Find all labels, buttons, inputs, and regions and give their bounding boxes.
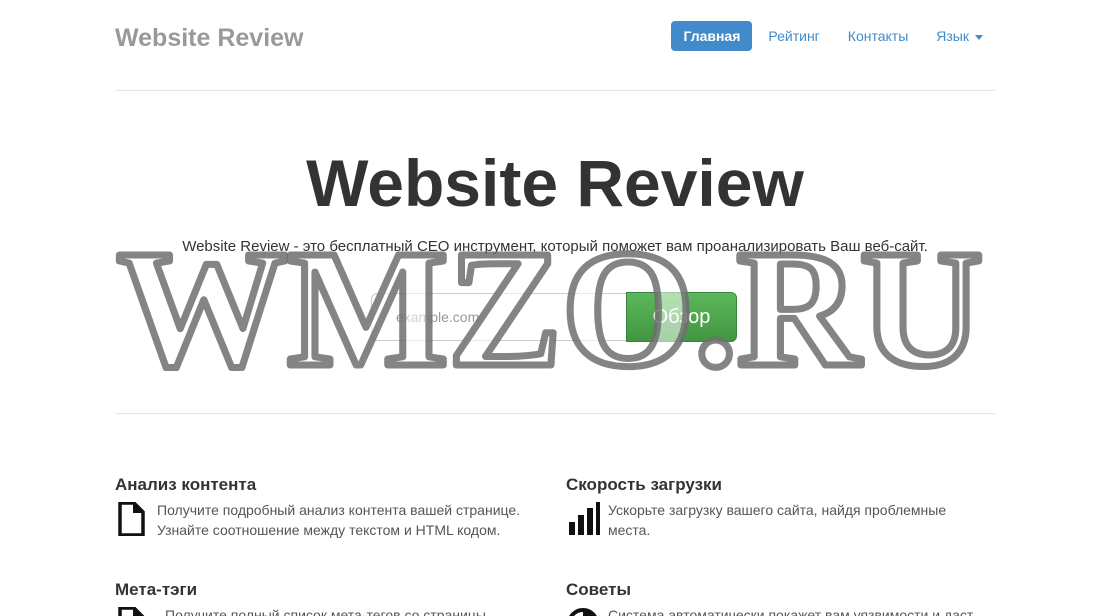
header: Website Review Главная Рейтинг Контакты …: [115, 0, 995, 91]
brand-logo[interactable]: Website Review: [115, 23, 304, 53]
feature-title: Мета-тэги: [115, 580, 198, 599]
feature-content-analysis: Анализ контента Получите подробный анали…: [115, 474, 535, 540]
page: Website Review Главная Рейтинг Контакты …: [0, 0, 1102, 616]
feature-body: Ускорьте загрузку вашего сайта, найдя пр…: [566, 500, 986, 540]
feature-body: Получите полный список мета-тегов со стр…: [115, 605, 535, 616]
feature-text: Ускорьте загрузку вашего сайта, найдя пр…: [608, 502, 947, 538]
jumbotron: Website Review Website Review - это бесп…: [115, 91, 995, 414]
bar-chart-icon: [569, 502, 600, 535]
feature-text: Получите подробный анализ контента вашей…: [157, 502, 521, 538]
domain-input[interactable]: [371, 293, 626, 341]
jumbotron-lead: Website Review - это бесплатный СЕО инст…: [182, 238, 928, 255]
feature-tips: Советы Система автоматически покажет вам…: [566, 579, 986, 616]
feature-text: Получите полный список мета-тегов со стр…: [165, 607, 486, 616]
nav-item-rating[interactable]: Рейтинг: [756, 21, 831, 51]
feature-text: Система автоматически покажет вам уязвим…: [608, 607, 974, 616]
feature-meta-tags: Мета-тэги Получите полный список мета-те…: [115, 579, 535, 616]
features: Анализ контента Получите подробный анали…: [115, 414, 995, 616]
nav-item-home[interactable]: Главная: [671, 21, 753, 51]
document-icon: [118, 607, 145, 616]
tips-icon: [569, 608, 597, 616]
nav-item-contacts[interactable]: Контакты: [836, 21, 920, 51]
jumbotron-title: Website Review: [306, 146, 804, 220]
caret-down-icon: [975, 34, 983, 40]
feature-title: Анализ контента: [115, 475, 257, 494]
feature-title: Советы: [566, 580, 631, 599]
review-button[interactable]: Обзор: [626, 292, 737, 342]
feature-title: Скорость загрузки: [566, 475, 723, 494]
nav-item-language-label: Язык: [936, 28, 969, 44]
feature-body: Система автоматически покажет вам уязвим…: [566, 605, 986, 616]
review-form: Обзор: [371, 292, 737, 343]
feature-load-speed: Скорость загрузки Ускорьте загрузку ваше…: [566, 474, 986, 540]
main-nav: Главная Рейтинг Контакты Язык: [671, 21, 995, 51]
document-icon: [118, 502, 145, 536]
feature-body: Получите подробный анализ контента вашей…: [115, 500, 535, 540]
nav-item-language[interactable]: Язык: [924, 21, 995, 51]
